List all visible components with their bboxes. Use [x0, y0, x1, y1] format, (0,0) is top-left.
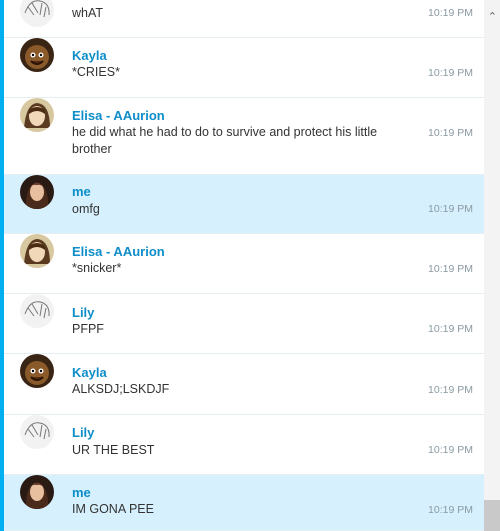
scroll-up-icon[interactable]: ⌃	[488, 10, 497, 23]
sender-name[interactable]: Lily	[72, 425, 94, 440]
chat-message-self[interactable]: me omfg 10:19 PM	[4, 175, 484, 234]
kayla-avatar[interactable]	[20, 38, 54, 72]
elisa-avatar[interactable]	[20, 234, 54, 268]
message-text: *snicker*	[72, 261, 122, 275]
me-avatar[interactable]	[20, 475, 54, 509]
message-time: 10:19 PM	[428, 127, 473, 139]
me-avatar[interactable]	[20, 175, 54, 209]
lily-avatar[interactable]	[20, 415, 54, 449]
sender-name[interactable]: Elisa - AAurion	[72, 108, 165, 123]
message-time: 10:19 PM	[428, 323, 473, 335]
lily-avatar[interactable]	[20, 0, 54, 27]
message-text: UR THE BEST	[72, 443, 155, 457]
chat-message-list[interactable]: whAT 10:19 PM Kayla *CRIES* 10:19 PM Eli…	[4, 0, 484, 531]
message-time: 10:19 PM	[428, 263, 473, 275]
scroll-thumb[interactable]	[484, 500, 500, 531]
chat-message[interactable]: Lily PFPF 10:19 PM	[4, 294, 484, 354]
sender-name[interactable]: Lily	[72, 305, 94, 320]
message-time: 10:19 PM	[428, 203, 473, 215]
message-text: ALKSDJ;LSKDJF	[72, 382, 170, 396]
message-text: IM GONA PEE	[72, 502, 154, 516]
message-text: whAT	[72, 6, 104, 20]
chat-message-self[interactable]: me IM GONA PEE 10:19 PM	[4, 475, 484, 531]
chat-message[interactable]: Elisa - AAurion he did what he had to do…	[4, 98, 484, 175]
scrollbar[interactable]: ⌃	[484, 0, 500, 531]
chat-message[interactable]: Kayla *CRIES* 10:19 PM	[4, 38, 484, 98]
message-time: 10:19 PM	[428, 384, 473, 396]
message-time: 10:19 PM	[428, 504, 473, 516]
chat-message[interactable]: Kayla ALKSDJ;LSKDJF 10:19 PM	[4, 354, 484, 415]
sender-name[interactable]: me	[72, 485, 91, 500]
sender-name[interactable]: me	[72, 184, 91, 199]
chat-message[interactable]: Lily UR THE BEST 10:19 PM	[4, 415, 484, 475]
sender-name[interactable]: Kayla	[72, 48, 107, 63]
chat-message[interactable]: Elisa - AAurion *snicker* 10:19 PM	[4, 234, 484, 294]
message-text: he did what he had to do to survive and …	[72, 125, 378, 156]
sender-name[interactable]: Kayla	[72, 365, 107, 380]
message-time: 10:19 PM	[428, 67, 473, 79]
message-text: omfg	[72, 202, 100, 216]
chat-message[interactable]: whAT 10:19 PM	[4, 0, 484, 38]
elisa-avatar[interactable]	[20, 98, 54, 132]
kayla-avatar[interactable]	[20, 354, 54, 388]
message-text: PFPF	[72, 322, 104, 336]
message-text: *CRIES*	[72, 65, 120, 79]
lily-avatar[interactable]	[20, 294, 54, 328]
message-time: 10:19 PM	[428, 7, 473, 19]
message-time: 10:19 PM	[428, 444, 473, 456]
sender-name[interactable]: Elisa - AAurion	[72, 244, 165, 259]
